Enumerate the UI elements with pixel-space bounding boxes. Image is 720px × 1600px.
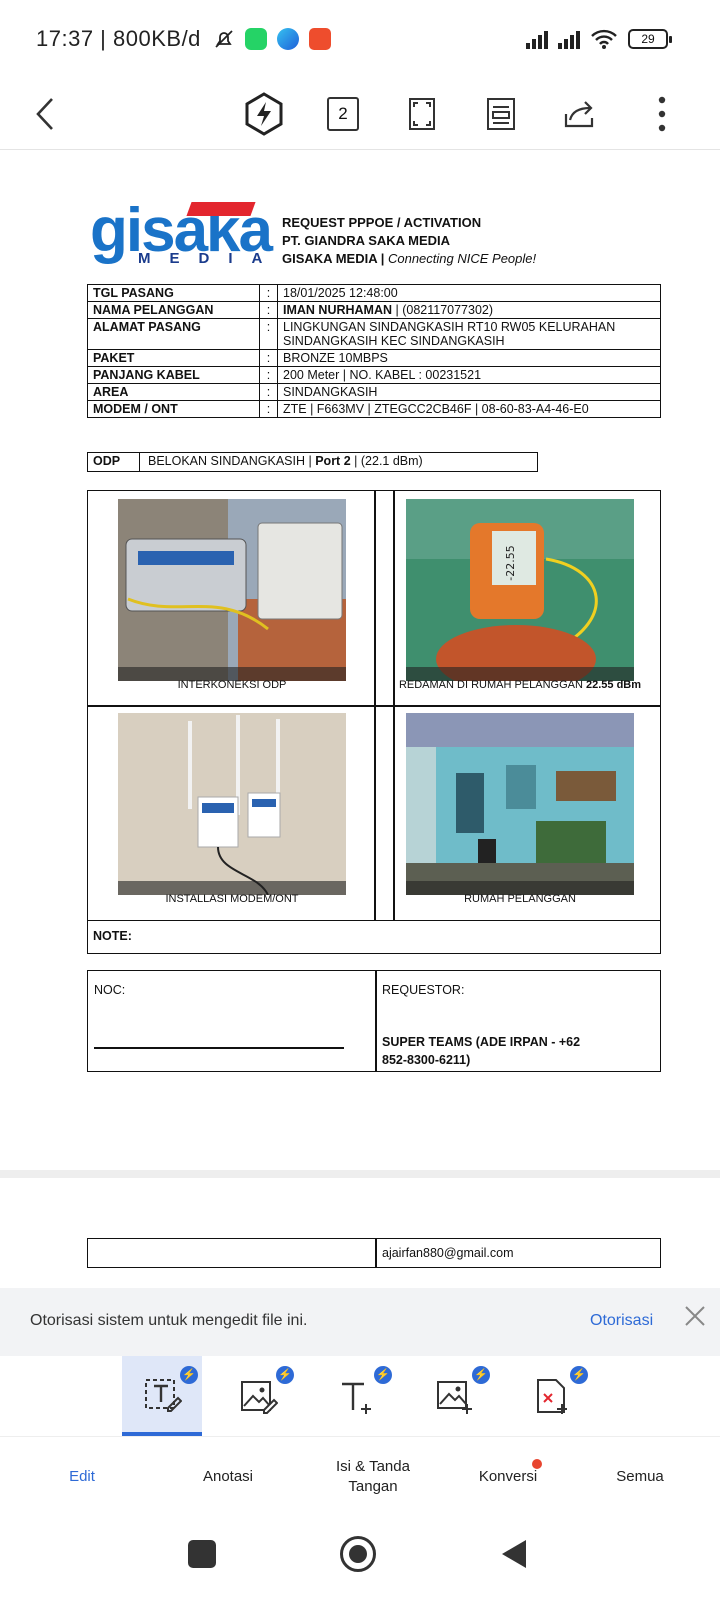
back-nav-button[interactable] [500, 1538, 528, 1570]
edit-image-icon [241, 1381, 278, 1414]
page-count: 2 [327, 97, 359, 131]
tab-edit[interactable]: Edit [42, 1437, 122, 1517]
customer-info-table: TGL PASANG:18/01/2025 12:48:00 NAMA PELA… [87, 284, 661, 418]
status-bar: 17:37 | 800KB/d 29 [0, 0, 720, 80]
notification-dot [532, 1459, 542, 1469]
edit-image-tool[interactable]: ⚡ [218, 1356, 298, 1436]
more-icon [658, 96, 666, 132]
photo-modem [118, 713, 346, 895]
odp-row: ODP BELOKAN SINDANGKASIH | Port 2 | (22.… [87, 452, 538, 472]
back-icon [36, 98, 53, 130]
premium-badge-icon: ⚡ [570, 1366, 588, 1384]
email-row: ajairfan880@gmail.com [87, 1238, 661, 1268]
photo-odp [118, 499, 346, 681]
photo-meter: -22.55 [406, 499, 634, 681]
table-row: PAKET: BRONZE 10MBPS [87, 349, 661, 367]
header-company: PT. GIANDRA SAKA MEDIA [282, 233, 451, 248]
header-title: REQUEST PPPOE / ACTIVATION [282, 215, 482, 230]
page-tool[interactable]: ⚡ [512, 1356, 592, 1436]
requestor-label: REQUESTOR: [382, 983, 465, 997]
top-toolbar: 2 [0, 80, 720, 150]
noc-label: NOC: [94, 983, 126, 997]
add-text-icon [342, 1382, 371, 1414]
caption-house: RUMAH PELANGGAN [464, 893, 576, 905]
caption-attenuation: REDAMAN DI RUMAH PELANGGAN 22.55 dBm [398, 679, 642, 691]
page-count-button[interactable]: 2 [315, 86, 371, 142]
tab-all[interactable]: Semua [590, 1437, 690, 1517]
table-row: MODEM / ONT: ZTE | F663MV | ZTEGCC2CB46F … [87, 400, 661, 418]
back-button[interactable] [18, 86, 74, 142]
fullscreen-icon [409, 98, 435, 130]
gisaka-logo: gisaka MEDIA [90, 196, 282, 268]
muted-bell-icon [215, 30, 233, 48]
add-image-tool[interactable]: ⚡ [414, 1356, 494, 1436]
shop-icon [308, 28, 331, 50]
edit-tools-row: ⚡ ⚡ ⚡ ⚡ ⚡ [0, 1356, 720, 1436]
requestor-value: SUPER TEAMS (ADE IRPAN - +62 852-8300-62… [382, 1035, 581, 1067]
home-button[interactable] [340, 1536, 376, 1572]
email-value: ajairfan880@gmail.com [382, 1246, 514, 1260]
noc-signature-line[interactable] [94, 1047, 344, 1049]
wifi-icon [591, 29, 617, 49]
close-icon [685, 1306, 705, 1326]
premium-badge-icon: ⚡ [180, 1366, 198, 1384]
status-time: 17:37 | 800KB/d [36, 26, 201, 51]
bottom-tabs: Edit Anotasi Isi & Tanda Tangan Konversi… [0, 1436, 720, 1516]
tab-convert[interactable]: Konversi [458, 1437, 558, 1517]
table-row: ALAMAT PASANG: LINGKUNGAN SINDANGKASIH RT… [87, 318, 661, 350]
read-mode-icon [487, 98, 515, 130]
photo-house [406, 713, 634, 895]
authorization-banner: Otorisasi sistem untuk mengedit file ini… [0, 1288, 720, 1356]
table-row: NAMA PELANGGAN: IMAN NURHAMAN | (08211707… [87, 301, 661, 319]
svg-text:-22.55: -22.55 [504, 545, 517, 580]
signature-table: NOC: REQUESTOR: SUPER TEAMS (ADE IRPAN -… [87, 970, 661, 1072]
fullscreen-button[interactable] [394, 86, 450, 142]
note-field[interactable]: NOTE: [87, 920, 661, 954]
signal-icon-2 [558, 29, 580, 49]
caption-modem: INSTALLASI MODEM/ONT [165, 893, 299, 905]
tab-annotate[interactable]: Anotasi [178, 1437, 278, 1517]
pdf-page-icon [537, 1379, 567, 1414]
premium-badge-icon: ⚡ [472, 1366, 490, 1384]
whatsapp-icon [244, 28, 267, 50]
add-image-icon [437, 1381, 472, 1414]
battery-icon: 29 [628, 29, 672, 49]
signal-icon [526, 29, 548, 49]
share-icon [564, 101, 594, 128]
caption-odp: INTERKONEKSI ODP [177, 679, 287, 691]
premium-badge-icon: ⚡ [374, 1366, 392, 1384]
add-text-tool[interactable]: ⚡ [316, 1356, 396, 1436]
premium-badge-icon: ⚡ [276, 1366, 294, 1384]
browser-icon [276, 28, 299, 50]
tab-fill-sign[interactable]: Isi & Tanda Tangan [318, 1437, 428, 1517]
close-banner-button[interactable] [680, 1304, 710, 1334]
edit-text-icon [145, 1379, 182, 1412]
share-button[interactable] [552, 86, 608, 142]
document-header: REQUEST PPPOE / ACTIVATION PT. GIANDRA S… [282, 215, 537, 266]
table-row: PANJANG KABEL:200 Meter | NO. KABEL : 00… [87, 366, 661, 384]
recents-button[interactable] [188, 1540, 216, 1568]
tagline: Connecting NICE People! [387, 251, 537, 266]
auth-message: Otorisasi sistem untuk mengedit file ini… [30, 1312, 308, 1329]
read-mode-button[interactable] [473, 86, 529, 142]
table-row: TGL PASANG:18/01/2025 12:48:00 [87, 284, 661, 302]
edit-text-tool[interactable]: ⚡ [122, 1356, 202, 1436]
more-button[interactable] [644, 86, 680, 142]
power-mode-icon [245, 92, 283, 136]
page-separator [0, 1170, 720, 1178]
authorize-link[interactable]: Otorisasi [590, 1312, 653, 1330]
system-nav-bar [0, 1516, 720, 1600]
photo-grid: INTERKONEKSI ODP -22.55 REDAMAN DI RUMAH… [87, 490, 661, 921]
table-row: AREA: SINDANGKASIH [87, 383, 661, 401]
power-mode-button[interactable] [236, 86, 292, 142]
